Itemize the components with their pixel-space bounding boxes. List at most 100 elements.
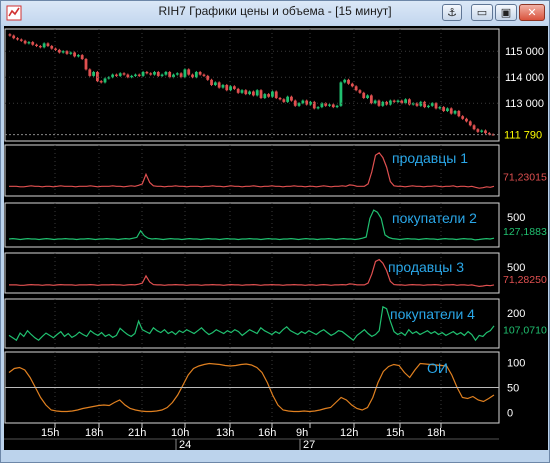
candle-body xyxy=(149,73,153,75)
candle-body xyxy=(168,72,172,78)
candle-body xyxy=(217,82,221,88)
title-bar[interactable]: RIH7 Графики цены и объема - [15 минут] … xyxy=(1,1,549,25)
candle-body xyxy=(175,73,179,75)
candle-body xyxy=(54,48,57,50)
candle-body xyxy=(118,73,122,76)
candle-body xyxy=(126,74,130,78)
panel-label-buyers-4: покупатели 4 xyxy=(390,306,475,322)
panel-label-buyers-2: покупатели 2 xyxy=(392,210,477,226)
candle-body xyxy=(73,52,76,57)
candle-body xyxy=(286,96,290,102)
candle-body xyxy=(293,100,297,106)
price-tick-label: 115 000 xyxy=(505,46,544,58)
candle-body xyxy=(156,72,160,76)
candle-body xyxy=(434,103,438,109)
candle-body xyxy=(366,95,369,98)
candle-body xyxy=(480,130,484,132)
candle-body xyxy=(252,91,255,96)
candle-body xyxy=(339,82,343,106)
x-tick-label: 18h xyxy=(427,427,445,439)
candle-body xyxy=(210,79,213,85)
x-tick-label: 15h xyxy=(386,427,404,439)
candle-body xyxy=(96,72,99,82)
x-tick-label: 15h xyxy=(41,427,59,439)
date-label: 27 xyxy=(303,439,315,450)
maximize-button[interactable]: ▣ xyxy=(495,4,517,21)
pin-button[interactable]: ⚓ xyxy=(442,4,462,21)
candle-body xyxy=(130,75,134,78)
candle-body xyxy=(240,90,244,93)
candle-body xyxy=(305,100,309,105)
charts-canvas[interactable]: 115 000 114 000 113 000 111 790 71,23015 500 1… xyxy=(4,26,548,450)
candle-body xyxy=(194,72,198,78)
candle-body xyxy=(164,72,168,75)
candle-body xyxy=(213,82,217,85)
candle-body xyxy=(255,90,259,96)
candle-body xyxy=(271,91,274,97)
candle-body xyxy=(23,40,27,44)
panel-frame-0 xyxy=(4,28,500,142)
candle-body xyxy=(316,107,320,109)
candle-body xyxy=(57,49,61,53)
candle-body xyxy=(12,35,16,39)
app-window: RIH7 Графики цены и объема - [15 минут] … xyxy=(0,0,550,463)
candle-body xyxy=(187,69,191,75)
candle-body xyxy=(290,96,293,101)
candle-body xyxy=(263,94,267,98)
x-tick-label: 21h xyxy=(128,427,146,439)
candle-body xyxy=(80,55,84,59)
candle-body xyxy=(350,83,354,87)
candle-body xyxy=(423,101,427,108)
candle-body xyxy=(465,118,468,122)
candle-body xyxy=(160,74,164,76)
candle-body xyxy=(179,73,183,78)
price-tick-label: 113 000 xyxy=(505,98,544,110)
x-tick-label: 9h xyxy=(296,427,308,439)
value-badge-sellers-3: 71,28250 xyxy=(503,274,547,286)
candle-body xyxy=(46,43,50,46)
candle-body xyxy=(335,105,339,108)
candle-body xyxy=(103,78,107,83)
value-badge-sellers-1: 71,23015 xyxy=(503,172,547,184)
candle-body xyxy=(225,85,229,91)
candle-body xyxy=(61,51,65,53)
candle-body xyxy=(442,107,446,111)
candle-body xyxy=(92,72,96,76)
candle-body xyxy=(145,72,149,74)
price-tick-label: 114 000 xyxy=(505,72,544,84)
candle-body xyxy=(297,103,301,106)
minimize-button[interactable]: ▭ xyxy=(471,4,493,21)
candle-body xyxy=(27,42,31,44)
candle-body xyxy=(396,100,400,102)
status-bar xyxy=(4,451,548,462)
last-price-label: 111 790 xyxy=(504,130,542,142)
x-tick-label: 18h xyxy=(85,427,103,439)
candle-body xyxy=(438,107,442,109)
oi-tick-label: 50 xyxy=(507,383,519,395)
candle-body xyxy=(134,74,137,76)
candle-body xyxy=(461,116,465,119)
candle-body xyxy=(16,38,19,40)
candle-body xyxy=(50,46,54,49)
panel-label-oi: ОИ xyxy=(427,360,448,376)
candle-body xyxy=(99,81,103,83)
panel-tick-label: 500 xyxy=(507,212,525,224)
candle-body xyxy=(457,111,461,117)
oi-tick-label: 100 xyxy=(507,358,525,370)
candle-body xyxy=(31,42,35,45)
value-badge-buyers-4: 107,0710 xyxy=(503,325,547,337)
candle-body xyxy=(358,90,362,93)
candle-body xyxy=(42,43,46,48)
candle-body xyxy=(153,72,156,75)
candle-body xyxy=(274,91,278,98)
candle-body xyxy=(328,104,331,106)
close-button[interactable]: ✕ xyxy=(519,4,545,21)
candle-body xyxy=(248,91,251,95)
candle-body xyxy=(381,101,385,106)
chart-area[interactable]: 115 000 114 000 113 000 111 790 71,23015 500 1… xyxy=(4,26,548,450)
panel-tick-label: 500 xyxy=(507,262,525,274)
candle-body xyxy=(404,99,407,104)
x-tick-label: 16h xyxy=(258,427,276,439)
candle-body xyxy=(267,94,271,97)
candle-body xyxy=(221,85,225,88)
